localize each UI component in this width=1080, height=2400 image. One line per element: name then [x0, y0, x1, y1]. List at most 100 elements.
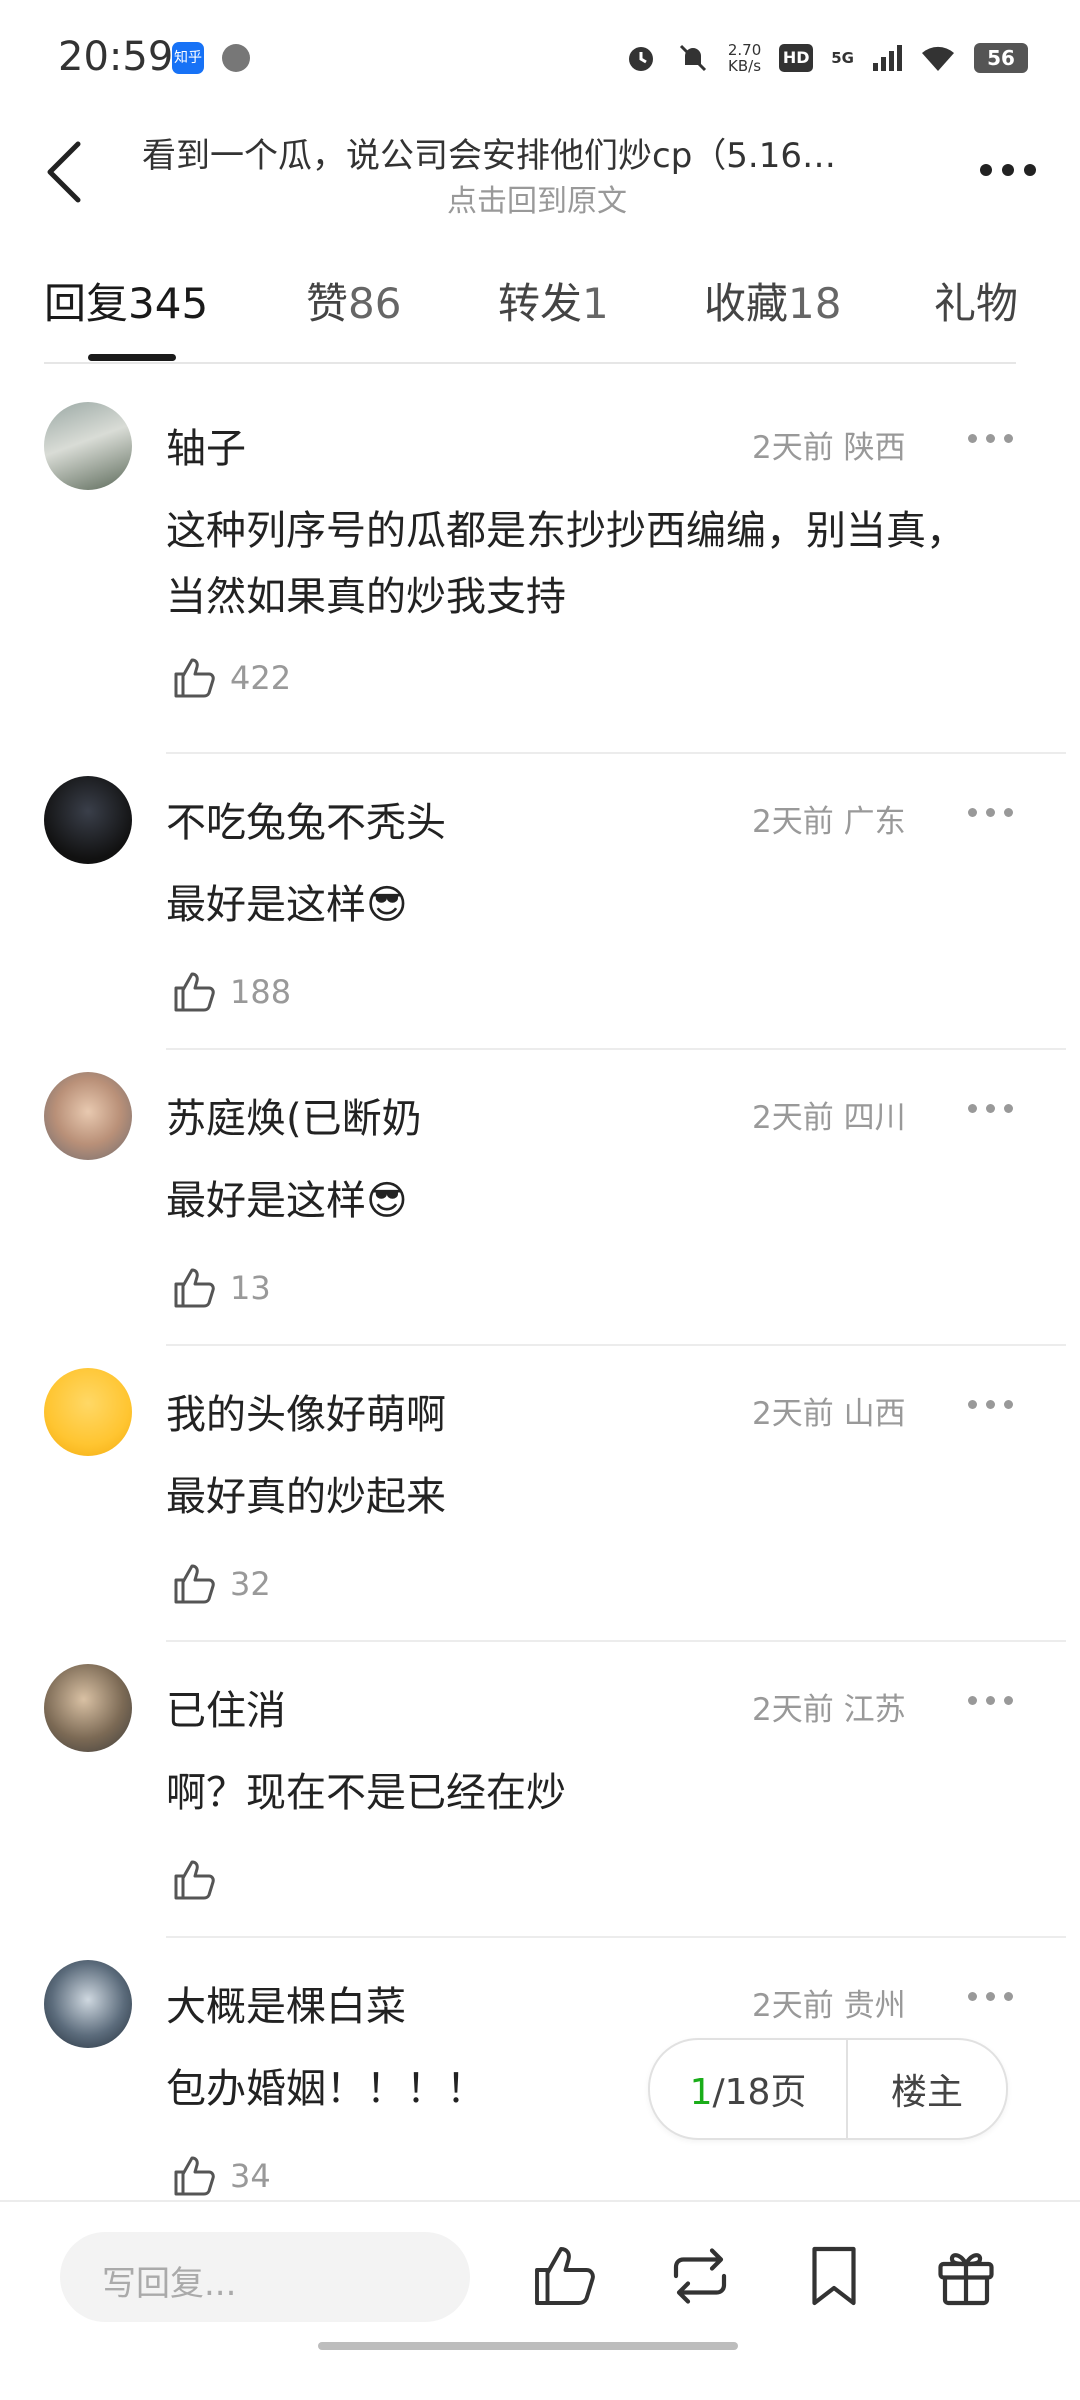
signal-icon [873, 45, 902, 71]
current-page: 1 [689, 2072, 713, 2113]
tab-divider [44, 362, 1016, 364]
comment-text: 这种列序号的瓜都是东抄抄西编编，别当真，当然如果真的炒我支持 [166, 508, 966, 620]
comment-more-button[interactable] [960, 792, 1020, 832]
comment-divider [166, 1640, 1066, 1642]
back-to-original-link[interactable]: 点击回到原文 [142, 176, 932, 220]
more-options-button[interactable] [968, 140, 1048, 200]
notification-app-icon [222, 44, 250, 72]
op-only-button[interactable]: 楼主 [848, 2063, 1006, 2115]
tab-count: 1 [582, 279, 609, 328]
comment-like-button[interactable]: 422 [170, 650, 291, 706]
tab-reposts[interactable]: 转发1 [498, 270, 609, 331]
back-button[interactable] [34, 132, 104, 212]
zhihu-app-icon: 知乎 [172, 42, 204, 74]
comment-author[interactable]: 我的头像好萌啊 [166, 1382, 446, 1440]
tab-likes[interactable]: 赞86 [306, 270, 401, 331]
bookmark-button[interactable] [798, 2240, 870, 2312]
comment-like-count: 13 [230, 1269, 271, 1307]
comment-author[interactable]: 轴子 [166, 416, 246, 474]
comment-like-button[interactable]: 13 [170, 1260, 271, 1316]
comment-author[interactable]: 大概是棵白菜 [166, 1974, 406, 2032]
comment-more-button[interactable] [960, 418, 1020, 458]
comment-divider [166, 1048, 1066, 1050]
reply-input[interactable]: 写回复... [60, 2232, 470, 2322]
comment-divider [166, 1936, 1066, 1938]
tab-label: 转发 [498, 279, 583, 328]
comment-more-button[interactable] [960, 1384, 1020, 1424]
more-dots-icon [967, 1695, 977, 1705]
tab-label: 赞 [306, 279, 349, 328]
comment-author[interactable]: 已住消 [166, 1678, 286, 1736]
comment-like-button[interactable]: 34 [170, 2148, 271, 2204]
comment-text: 最好是这样😎 [166, 1178, 408, 1224]
comment-text: 最好真的炒起来 [166, 1474, 446, 1520]
bookmark-icon [812, 2246, 856, 2306]
tab-label: 礼物 [934, 279, 1019, 328]
avatar[interactable] [44, 402, 132, 490]
comment-meta: 2天前 广东 [752, 796, 906, 841]
comment-meta: 2天前 四川 [752, 1092, 906, 1137]
pagination-control: 1/18页 楼主 [648, 2038, 1008, 2140]
avatar[interactable] [44, 776, 132, 864]
comment-more-button[interactable] [960, 1680, 1020, 1720]
comment-like-count: 422 [230, 659, 292, 697]
more-dots-icon [967, 1103, 977, 1113]
comment-time: 2天前 [752, 430, 834, 466]
comment-more-button[interactable] [960, 1088, 1020, 1128]
gift-icon [938, 2253, 994, 2306]
repost-button[interactable] [664, 2240, 736, 2312]
comment-time: 2天前 [752, 1988, 834, 2024]
thumbs-up-icon [535, 2247, 595, 2305]
comment-like-button[interactable]: 188 [170, 964, 291, 1020]
comment-location: 山西 [843, 1396, 906, 1432]
tab-replies[interactable]: 回复345 [44, 270, 208, 331]
active-tab-indicator [88, 354, 176, 361]
home-indicator[interactable] [318, 2342, 738, 2350]
comment-location: 广东 [843, 804, 906, 840]
battery-indicator: 56 [974, 43, 1028, 73]
thumbs-up-icon [174, 658, 215, 698]
mute-icon [679, 44, 706, 72]
comment-text: 最好是这样😎 [166, 882, 408, 928]
comment-text: 啊？现在不是已经在炒 [166, 1770, 566, 1816]
comment-author[interactable]: 不吃兔兔不秃头 [166, 790, 446, 848]
comment-time: 2天前 [752, 804, 834, 840]
hd-icon: HD [779, 44, 814, 72]
chevron-left-icon [47, 141, 81, 203]
comment-location: 江苏 [843, 1692, 906, 1728]
avatar[interactable] [44, 1664, 132, 1752]
comment-meta: 2天前 贵州 [752, 1980, 906, 2025]
more-dots-icon [980, 164, 992, 176]
thumbs-up-icon [174, 1564, 215, 1604]
status-bar: 20:59 知乎 2.70 KB/s HD 5G 56 [0, 0, 1080, 110]
comment-like-count: 34 [230, 2157, 271, 2195]
comment-more-button[interactable] [960, 1976, 1020, 2016]
post-title[interactable]: 看到一个瓜，说公司会安排他们炒cp（5.16… [142, 128, 932, 177]
status-time: 20:59 [58, 34, 174, 80]
like-post-button[interactable] [528, 2240, 600, 2312]
avatar[interactable] [44, 1368, 132, 1456]
comment-author[interactable]: 苏庭焕(已断奶 [166, 1086, 422, 1144]
avatar[interactable] [44, 1960, 132, 2048]
thumbs-up-icon [174, 2156, 215, 2196]
tab-gifts[interactable]: 礼物 [934, 270, 1018, 331]
tab-count: 86 [348, 279, 402, 328]
avatar[interactable] [44, 1072, 132, 1160]
comment-like-button[interactable]: 32 [170, 1556, 271, 1612]
page-selector-button[interactable]: 1/18页 [650, 2063, 846, 2115]
comment-time: 2天前 [752, 1396, 834, 1432]
comment-meta: 2天前 山西 [752, 1388, 906, 1433]
tab-favorites[interactable]: 收藏18 [704, 270, 841, 331]
tab-label: 回复 [44, 279, 129, 328]
tab-label: 收藏 [704, 279, 789, 328]
gift-button[interactable] [930, 2240, 1002, 2312]
comment-meta: 2天前 江苏 [752, 1684, 906, 1729]
comment-location: 陕西 [843, 430, 906, 466]
more-dots-icon [967, 1399, 977, 1409]
wifi-icon [922, 46, 954, 71]
thumbs-up-icon [174, 1268, 215, 1308]
comment-like-button[interactable] [170, 1852, 230, 1908]
comment-like-count: 188 [230, 973, 292, 1011]
status-icons: 2.70 KB/s HD 5G 56 [624, 38, 1028, 78]
more-dots-icon [967, 433, 977, 443]
